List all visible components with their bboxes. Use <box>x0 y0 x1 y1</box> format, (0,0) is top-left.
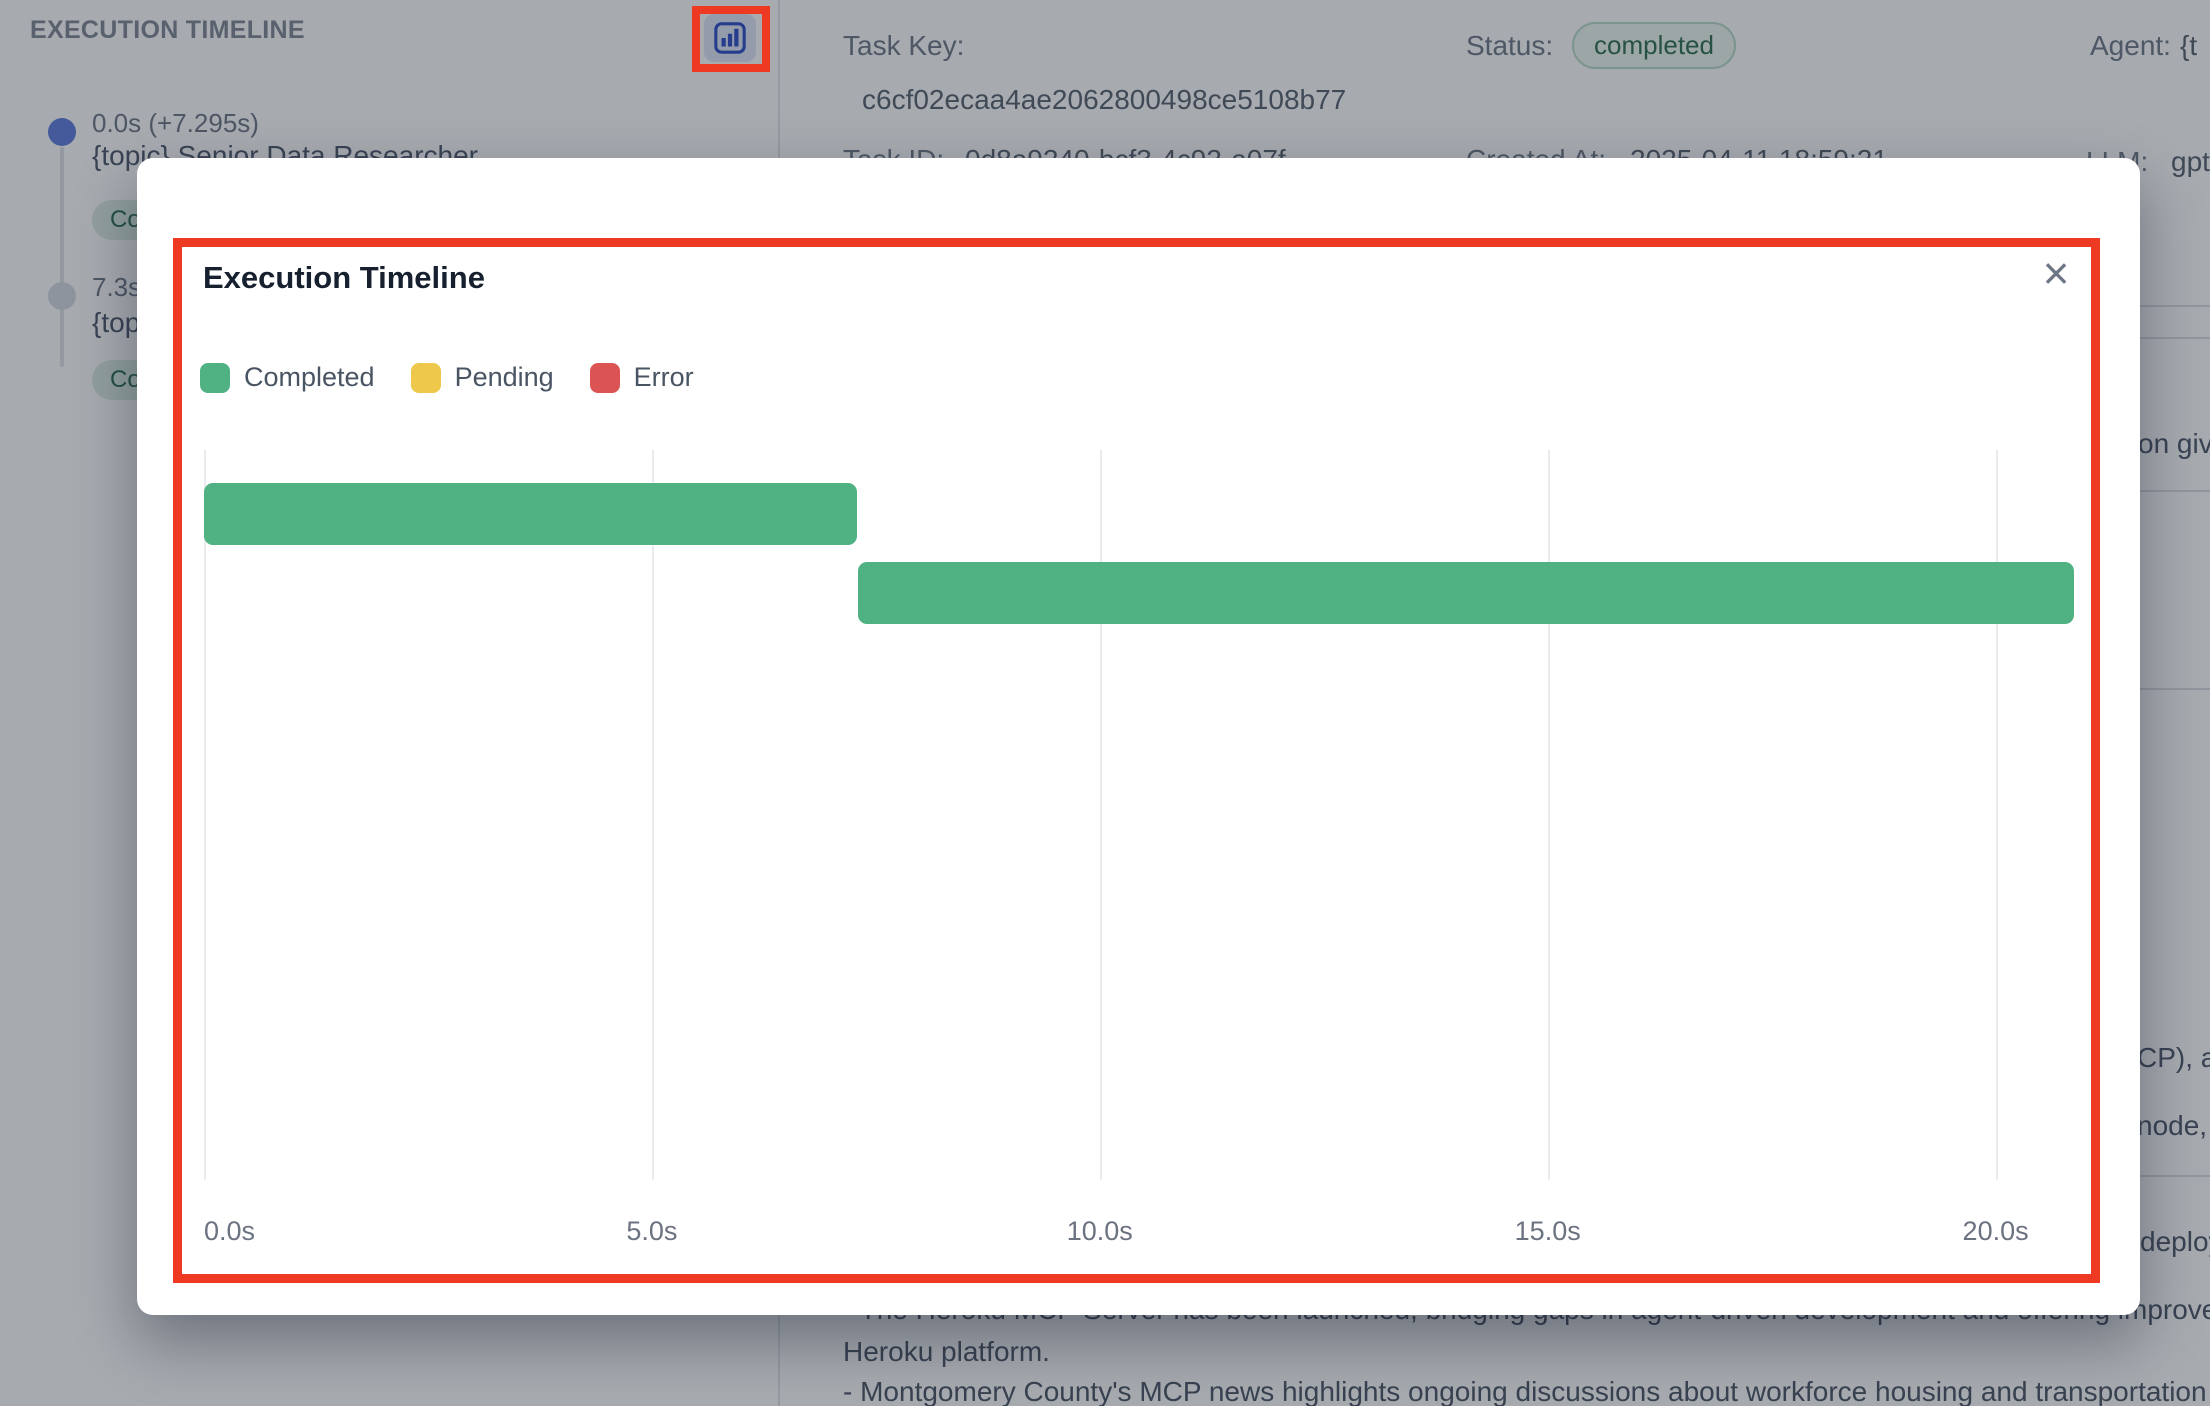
modal-title: Execution Timeline <box>203 260 485 296</box>
legend-item-completed: Completed <box>200 362 375 393</box>
legend-label: Pending <box>455 362 554 393</box>
close-icon[interactable]: × <box>2029 246 2083 300</box>
gantt-bar-completed[interactable] <box>858 562 2074 624</box>
gridline <box>1548 450 1550 1180</box>
legend-swatch <box>590 363 620 393</box>
gantt-plot <box>204 450 2078 1180</box>
gantt-bar-completed[interactable] <box>204 483 857 545</box>
gridline <box>1996 450 1998 1180</box>
x-tick-label: 20.0s <box>1963 1216 2029 1247</box>
execution-timeline-modal: Execution Timeline × Completed Pending E… <box>137 158 2140 1315</box>
gridline <box>1100 450 1102 1180</box>
legend-label: Error <box>634 362 694 393</box>
x-tick-label: 0.0s <box>204 1216 255 1247</box>
legend-item-error: Error <box>590 362 694 393</box>
chart-legend: Completed Pending Error <box>200 362 730 393</box>
gridline <box>204 450 206 1180</box>
gridline <box>652 450 654 1180</box>
legend-item-pending: Pending <box>411 362 554 393</box>
legend-label: Completed <box>244 362 375 393</box>
x-tick-label: 15.0s <box>1515 1216 1581 1247</box>
x-axis: 0.0s 5.0s 10.0s 15.0s 20.0s <box>204 1216 2078 1260</box>
x-tick-label: 5.0s <box>626 1216 677 1247</box>
x-tick-label: 10.0s <box>1067 1216 1133 1247</box>
legend-swatch <box>411 363 441 393</box>
legend-swatch <box>200 363 230 393</box>
screen: EXECUTION TIMELINE 0.0s (+7.295s) {topic… <box>0 0 2210 1406</box>
